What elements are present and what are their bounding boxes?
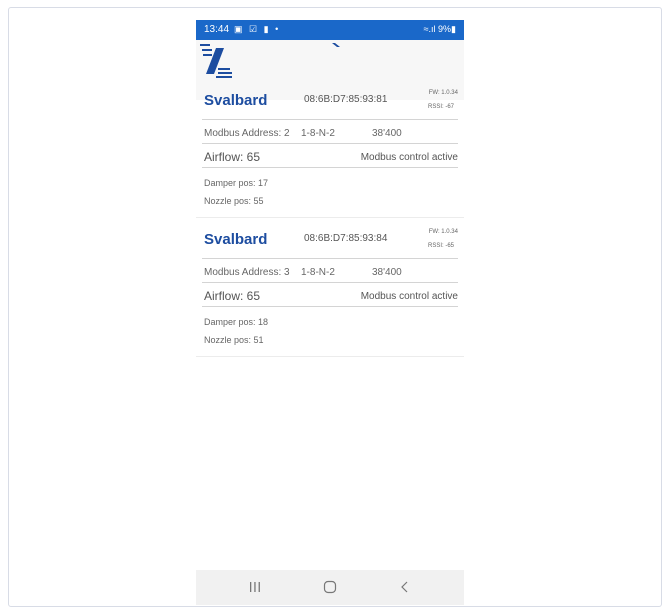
device-card[interactable]: Svalbard 08:6B:D7:85:93:81 FW: 1.0.34 RS…: [196, 90, 464, 212]
firmware-version: FW: 1.0.34: [428, 90, 458, 96]
status-right: ≈.ıl 9%▮: [423, 24, 456, 34]
device-mac: 08:6B:D7:85:93:81: [304, 94, 388, 105]
navigation-bar: [196, 570, 464, 605]
airflow-value: Airflow: 65: [204, 150, 261, 164]
notification-icons: ▣ ☑ ▮ •: [234, 24, 280, 35]
lock-icon: ▮: [263, 24, 271, 34]
recent-apps-icon[interactable]: [247, 579, 263, 595]
card-separator: [196, 217, 464, 218]
control-status: Modbus control active: [360, 152, 458, 163]
baud-rate: 38'400: [372, 267, 402, 278]
serial-config: 1-8-N-2: [301, 128, 335, 139]
damper-position: Damper pos: 18: [204, 317, 269, 327]
nozzle-position: Nozzle pos: 51: [204, 335, 264, 345]
baud-rate: 38'400: [372, 128, 402, 139]
device-mac: 08:6B:D7:85:93:84: [304, 233, 388, 244]
back-icon[interactable]: [397, 579, 413, 595]
logo-icon: [200, 44, 232, 78]
card-separator: [196, 356, 464, 357]
check-icon: ☑: [249, 24, 260, 34]
divider: [202, 306, 458, 307]
damper-position: Damper pos: 17: [204, 178, 269, 188]
divider: [202, 282, 458, 283]
status-time: 13:44: [204, 24, 230, 35]
rssi-value: RSSI: -65: [427, 243, 454, 249]
divider: [202, 167, 458, 168]
image-icon: ▣: [234, 24, 245, 34]
dot-icon: •: [275, 24, 281, 34]
divider: [202, 119, 458, 120]
rssi-value: RSSI: -67: [427, 104, 454, 110]
divider: [202, 258, 458, 259]
app-header: [196, 40, 464, 100]
divider: [202, 143, 458, 144]
airflow-value: Airflow: 65: [204, 289, 261, 303]
loading-mark-icon: [332, 43, 340, 47]
nozzle-position: Nozzle pos: 55: [204, 196, 264, 206]
serial-config: 1-8-N-2: [301, 267, 335, 278]
modbus-address: Modbus Address: 2: [204, 128, 290, 139]
device-name: Svalbard: [204, 92, 268, 109]
home-icon[interactable]: [322, 579, 338, 595]
status-bar: 13:44 ▣ ☑ ▮ • ≈.ıl 9%▮: [196, 20, 464, 40]
firmware-version: FW: 1.0.34: [428, 229, 458, 235]
modbus-address: Modbus Address: 3: [204, 267, 290, 278]
device-name: Svalbard: [204, 231, 268, 248]
phone-screen: 13:44 ▣ ☑ ▮ • ≈.ıl 9%▮ Svalbard 08:6B:D7…: [196, 20, 464, 605]
control-status: Modbus control active: [360, 291, 458, 302]
device-card[interactable]: Svalbard 08:6B:D7:85:93:84 FW: 1.0.34 RS…: [196, 229, 464, 351]
